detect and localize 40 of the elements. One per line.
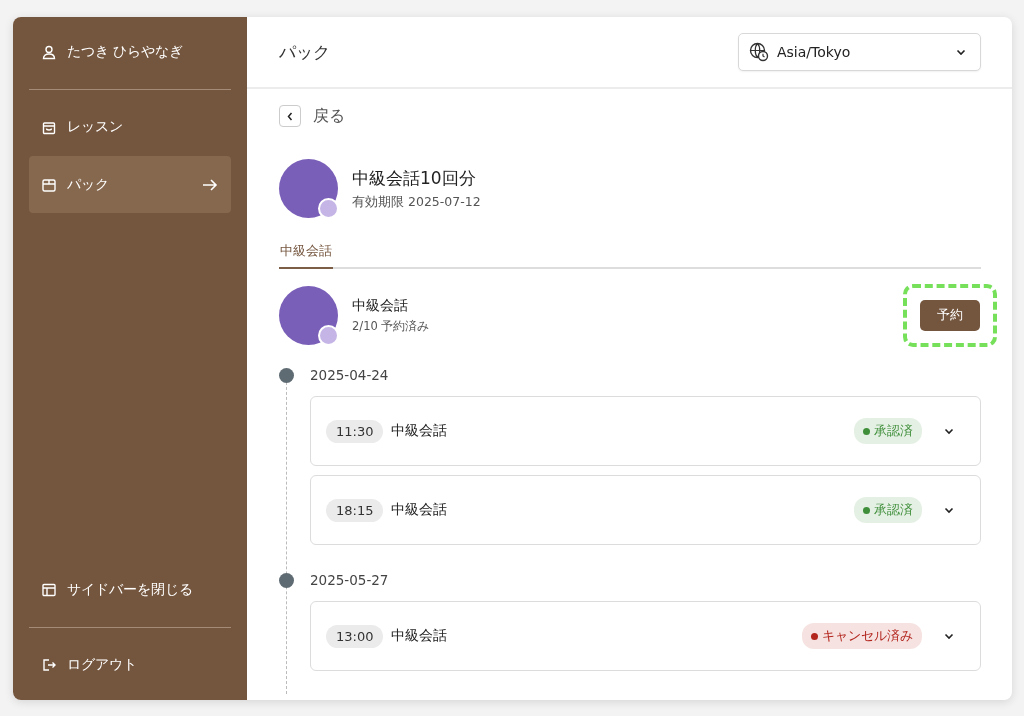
back-link[interactable]: 戻る <box>313 105 345 127</box>
chevron-down-icon[interactable] <box>944 632 954 640</box>
time-chip: 18:15 <box>326 498 384 522</box>
tab[interactable]: 中級会話 <box>279 242 333 269</box>
user-name: たつき ひらやなぎ <box>67 43 184 61</box>
bag-icon <box>41 119 57 135</box>
expiry-date: 有効期限 2025-07-12 <box>352 193 481 211</box>
chevron-left-icon <box>287 111 293 121</box>
arrow-right-icon <box>201 176 219 193</box>
book-button[interactable]: 予約 <box>920 299 980 331</box>
close-sidebar-link[interactable]: サイドバーを閉じる <box>29 571 231 609</box>
booking-count: 2/10 予約済み <box>352 318 430 334</box>
chevron-down-icon <box>956 48 966 56</box>
sidebar-layout-icon <box>41 582 57 598</box>
status-badge: 承認済 <box>854 497 922 523</box>
back-button[interactable] <box>279 105 301 127</box>
date-label: 2025-04-24 <box>310 367 389 383</box>
time-chip: 13:00 <box>326 624 384 648</box>
status-badge: キャンセル済み <box>802 623 922 649</box>
pack-title: 中級会話10回分 <box>352 166 477 190</box>
time-chip: 11:30 <box>326 419 384 443</box>
booking-title: 中級会話 <box>391 627 449 645</box>
booking-title: 中級会話 <box>391 422 449 440</box>
sidebar-item[interactable]: パック <box>29 156 231 213</box>
logout-icon <box>41 657 57 673</box>
logout-link[interactable]: ログアウト <box>29 646 231 684</box>
timeline-dot <box>279 572 294 588</box>
sidebar-item[interactable]: レッスン <box>29 108 231 146</box>
timeline-dot <box>279 367 294 383</box>
timezone-select[interactable]: Asia/Tokyo <box>738 33 981 71</box>
booking-title: 中級会話 <box>391 501 449 519</box>
status-badge: 承認済 <box>854 418 922 444</box>
globe-clock-icon <box>749 42 769 62</box>
chevron-down-icon[interactable] <box>944 427 954 435</box>
page-title: パック <box>279 40 330 64</box>
chevron-down-icon[interactable] <box>944 506 954 514</box>
box-icon <box>41 176 57 193</box>
date-label: 2025-05-27 <box>310 572 389 588</box>
lesson-title: 中級会話 <box>352 296 409 315</box>
user-icon <box>41 44 57 60</box>
